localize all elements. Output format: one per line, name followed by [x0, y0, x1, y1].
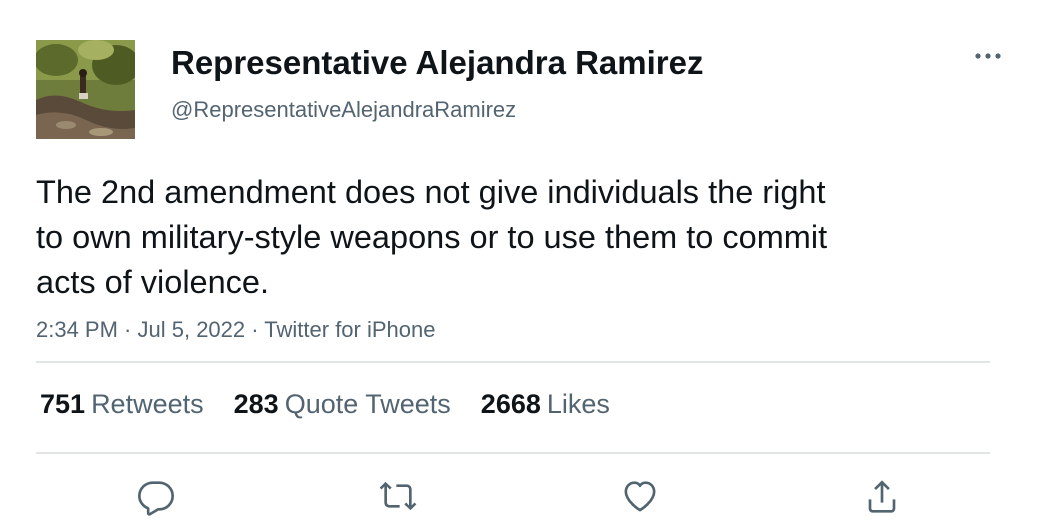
- tweet-text: The 2nd amendment does not give individu…: [36, 170, 936, 305]
- likes-stat[interactable]: 2668 Likes: [481, 386, 610, 422]
- reply-button[interactable]: [134, 474, 178, 518]
- more-options-button[interactable]: [968, 42, 1008, 70]
- tweet-source[interactable]: Twitter for iPhone: [264, 317, 435, 342]
- tweet-meta: 2:34 PM · Jul 5, 2022 · Twitter for iPho…: [36, 316, 435, 344]
- tweet-text-line: to own military-style weapons or to use …: [36, 219, 828, 255]
- meta-separator: ·: [117, 317, 138, 342]
- like-button[interactable]: [618, 474, 662, 518]
- retweet-button[interactable]: [376, 474, 420, 518]
- share-button[interactable]: [860, 474, 904, 518]
- likes-label: Likes: [546, 389, 610, 419]
- retweets-count: 751: [40, 389, 86, 419]
- author-display-name[interactable]: Representative Alejandra Ramirez: [171, 43, 704, 83]
- likes-count: 2668: [480, 389, 541, 419]
- divider: [36, 452, 990, 454]
- like-icon: [624, 481, 656, 512]
- quote-tweets-count: 283: [233, 389, 279, 419]
- tweet-date[interactable]: Jul 5, 2022: [138, 317, 246, 342]
- tweet-time[interactable]: 2:34 PM: [36, 317, 118, 342]
- meta-separator: ·: [245, 317, 265, 342]
- profile-photo-icon: [36, 40, 135, 139]
- avatar[interactable]: [36, 40, 135, 139]
- more-icon: [975, 53, 1001, 59]
- author-handle[interactable]: @RepresentativeAlejandraRamirez: [171, 96, 516, 124]
- reply-icon: [138, 481, 175, 516]
- tweet-text-line: The 2nd amendment does not give individu…: [36, 174, 826, 210]
- tweet-text-line: acts of violence.: [36, 264, 270, 300]
- retweets-label: Retweets: [91, 389, 204, 419]
- retweet-icon: [379, 481, 417, 511]
- tweet-stats: 751 Retweets 283 Quote Tweets 2668 Likes: [40, 386, 640, 422]
- divider: [36, 361, 990, 363]
- quote-tweets-label: Quote Tweets: [284, 389, 451, 419]
- quote-tweets-stat[interactable]: 283 Quote Tweets: [234, 386, 451, 422]
- retweets-stat[interactable]: 751 Retweets: [40, 386, 204, 422]
- share-icon: [868, 480, 896, 513]
